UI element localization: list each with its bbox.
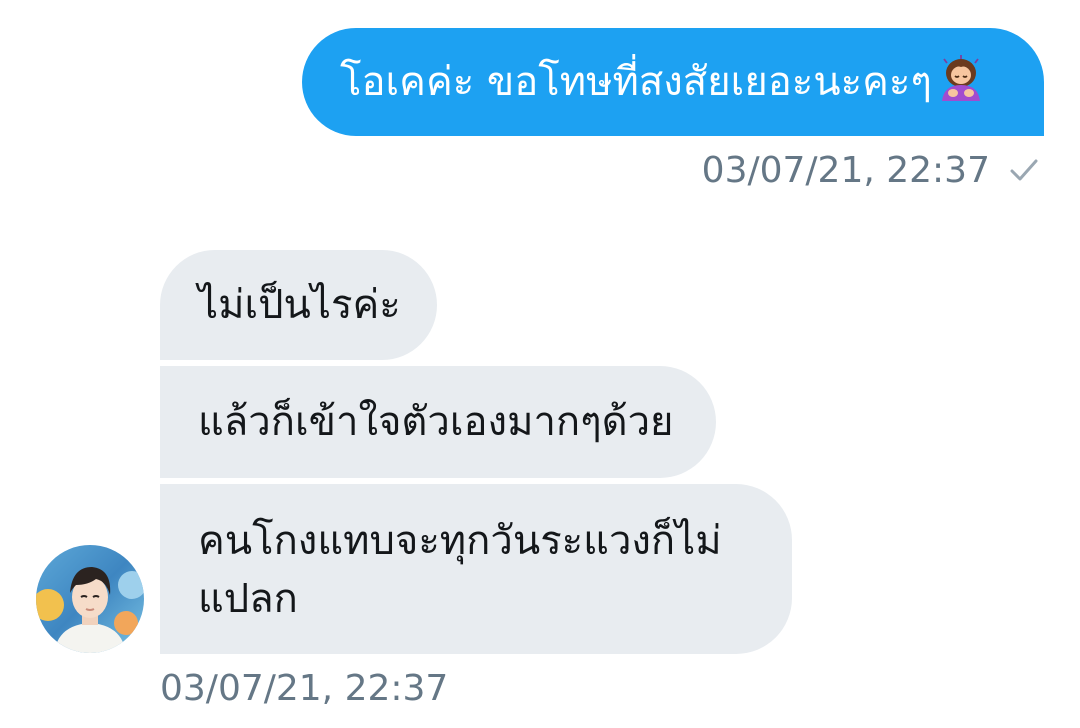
incoming-message-bubble[interactable]: ไม่เป็นไรค่ะ <box>160 250 437 360</box>
checkmark-icon <box>1006 156 1042 186</box>
user-avatar[interactable] <box>36 545 144 653</box>
incoming-message-bubble[interactable]: แล้วก็เข้าใจตัวเองมากๆด้วย <box>160 366 716 478</box>
outgoing-timestamp: 03/07/21, 22:37 <box>701 150 990 191</box>
conversation-thread: โอเคค่ะ ขอโทษที่สงสัยเยอะนะคะๆ 03/07/21,… <box>0 0 1080 728</box>
incoming-message-bubble[interactable]: คนโกงแทบจะทุกวันระแวงก็ไม่ แปลก <box>160 484 792 654</box>
message-text: ไม่เป็นไรค่ะ <box>198 282 401 328</box>
person-bowing-emoji-icon <box>936 53 986 119</box>
message-text-line: คนโกงแทบจะทุกวันระแวงก็ไม่ <box>198 518 722 564</box>
message-text: แล้วก็เข้าใจตัวเองมากๆด้วย <box>198 399 674 445</box>
message-text-line: แปลก <box>198 576 298 622</box>
message-text: โอเคค่ะ ขอโทษที่สงสัยเยอะนะคะๆ <box>340 59 932 105</box>
incoming-timestamp: 03/07/21, 22:37 <box>160 668 449 709</box>
outgoing-message-bubble[interactable]: โอเคค่ะ ขอโทษที่สงสัยเยอะนะคะๆ <box>302 28 1044 136</box>
